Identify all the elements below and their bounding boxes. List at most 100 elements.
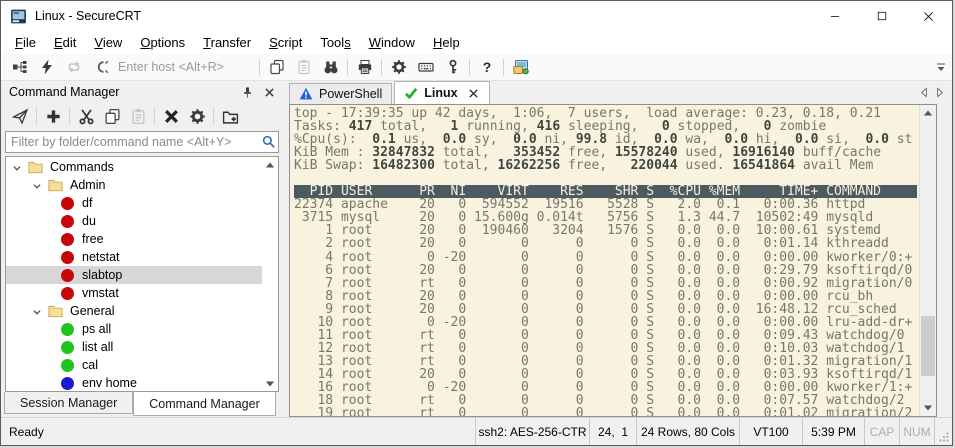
scrollbar-track[interactable] — [920, 121, 936, 400]
disconnect-icon[interactable] — [87, 55, 114, 80]
tree-scrollbar[interactable] — [262, 157, 278, 391]
keymap-editor-icon[interactable] — [412, 55, 439, 80]
command-options-icon[interactable] — [184, 104, 210, 128]
session-options-gear-icon[interactable] — [385, 55, 412, 80]
filter-box — [5, 131, 279, 153]
new-folder-icon[interactable] — [217, 104, 243, 128]
scroll-down-icon[interactable] — [262, 376, 278, 391]
terminal-line: 9 root 20 0 0 0 0 S 0.0 0.0 16:48.12 rcu… — [294, 303, 919, 316]
toolbar-separator — [259, 59, 260, 76]
chevron-down-icon[interactable] — [30, 304, 47, 319]
toolbar-separator — [154, 108, 155, 125]
tab-close-icon[interactable] — [467, 87, 480, 100]
filter-input[interactable] — [6, 135, 258, 149]
folder-icon — [48, 178, 63, 192]
terminal-line: 6 root 20 0 0 0 0 S 0.0 0.0 0:29.79 ksof… — [294, 264, 919, 277]
host-input[interactable] — [118, 60, 250, 74]
tree-item-general[interactable]: General — [6, 302, 262, 320]
tree-item-ps-all[interactable]: ps all — [6, 320, 262, 338]
scroll-down-icon[interactable] — [920, 400, 936, 416]
tree-item-list-all[interactable]: list all — [6, 338, 262, 356]
tree-item-label: list all — [82, 340, 113, 354]
tree-item-env-home[interactable]: env home — [6, 374, 262, 391]
terminal-line: 8 root 20 0 0 0 0 S 0.0 0.0 0:00.00 rcu_… — [294, 290, 919, 303]
panel-title: Command Manager — [9, 85, 236, 99]
menu-options[interactable]: Options — [131, 32, 194, 54]
quick-connect-icon[interactable] — [33, 55, 60, 80]
command-dot-icon — [61, 341, 74, 354]
menu-window[interactable]: Window — [360, 32, 424, 54]
pin-icon[interactable] — [236, 83, 258, 102]
tab-session-manager[interactable]: Session Manager — [4, 392, 133, 414]
scroll-up-icon[interactable] — [262, 157, 278, 172]
tree-item-commands[interactable]: Commands — [6, 158, 262, 176]
minimize-button[interactable] — [811, 1, 858, 31]
title-bar: Linux - SecureCRT — [1, 1, 952, 31]
scroll-up-icon[interactable] — [920, 105, 936, 121]
close-button[interactable] — [905, 1, 952, 31]
key-agent-icon[interactable] — [439, 55, 466, 80]
tree-item-netstat[interactable]: netstat — [6, 248, 262, 266]
copy-icon[interactable] — [263, 55, 290, 80]
paste-icon — [290, 55, 317, 80]
search-icon — [258, 134, 278, 150]
tree-item-df[interactable]: df — [6, 194, 262, 212]
terminal-scrollbar[interactable] — [919, 105, 936, 416]
terminal-line: KiB Swap: 16482300 total, 16262256 free,… — [294, 159, 919, 172]
tree-item-label: Commands — [50, 160, 114, 174]
tab-scroll-left-icon[interactable] — [917, 85, 932, 100]
scrollbar-thumb[interactable] — [921, 316, 935, 376]
menu-file[interactable]: File — [6, 32, 45, 54]
menu-script[interactable]: Script — [260, 32, 311, 54]
status-clock: 5:39 PM — [802, 418, 864, 445]
toolbar-overflow-icon[interactable] — [933, 59, 949, 75]
menu-help[interactable]: Help — [424, 32, 469, 54]
chevron-down-icon[interactable] — [10, 160, 27, 175]
terminal-screen[interactable]: top - 17:39:35 up 42 days, 1:06, 7 users… — [290, 105, 919, 416]
resize-grip[interactable] — [934, 418, 952, 445]
add-command-icon[interactable] — [40, 104, 66, 128]
tree-item-label: df — [82, 196, 92, 210]
help-icon[interactable]: ? — [473, 55, 500, 80]
folder-icon — [28, 160, 43, 174]
tree-item-admin[interactable]: Admin — [6, 176, 262, 194]
menu-bar: FileEditViewOptionsTransferScriptToolsWi… — [1, 31, 952, 54]
command-dot-icon — [61, 359, 74, 372]
menu-edit[interactable]: Edit — [45, 32, 85, 54]
tree-item-cal[interactable]: cal — [6, 356, 262, 374]
menu-tools[interactable]: Tools — [311, 32, 359, 54]
delete-command-icon[interactable] — [158, 104, 184, 128]
tab-linux[interactable]: Linux — [394, 81, 489, 104]
main-area: Command Manager Commands Admin df dufreenet… — [1, 81, 952, 417]
securecrt-window: Linux - SecureCRT FileEditViewOptionsTra… — [0, 0, 953, 446]
menu-transfer[interactable]: Transfer — [194, 32, 260, 54]
terminal-line: 12 root rt 0 0 0 0 S 0.0 0.0 0:10.03 wat… — [294, 342, 919, 355]
tree-item-free[interactable]: free — [6, 230, 262, 248]
tab-powershell[interactable]: PowerShell — [289, 83, 392, 104]
global-options-icon[interactable] — [507, 55, 534, 80]
folder-icon — [48, 304, 63, 318]
session-manager-icon[interactable] — [6, 55, 33, 80]
status-ready: Ready — [1, 418, 475, 445]
tab-scroll-right-icon[interactable] — [932, 85, 947, 100]
status-terminal-size: 24 Rows, 80 Cols — [636, 418, 739, 445]
tree-item-slabtop[interactable]: slabtop — [6, 266, 262, 284]
tree-item-label: General — [70, 304, 114, 318]
toolbar-separator — [213, 108, 214, 125]
reconnect-icon — [60, 55, 87, 80]
cut-icon[interactable] — [73, 104, 99, 128]
send-command-icon[interactable] — [7, 104, 33, 128]
command-dot-icon — [61, 287, 74, 300]
find-icon[interactable] — [317, 55, 344, 80]
menu-view[interactable]: View — [85, 32, 131, 54]
copy-command-icon[interactable] — [99, 104, 125, 128]
maximize-button[interactable] — [858, 1, 905, 31]
tab-command-manager[interactable]: Command Manager — [133, 392, 275, 416]
tree-item-du[interactable]: du — [6, 212, 262, 230]
print-icon[interactable] — [351, 55, 378, 80]
command-tree: Commands Admin df dufreenetstatslabtopvmsta… — [5, 156, 279, 392]
chevron-down-icon[interactable] — [30, 178, 47, 193]
window-title: Linux - SecureCRT — [35, 9, 141, 23]
tree-item-vmstat[interactable]: vmstat — [6, 284, 262, 302]
panel-close-icon[interactable] — [258, 83, 280, 102]
